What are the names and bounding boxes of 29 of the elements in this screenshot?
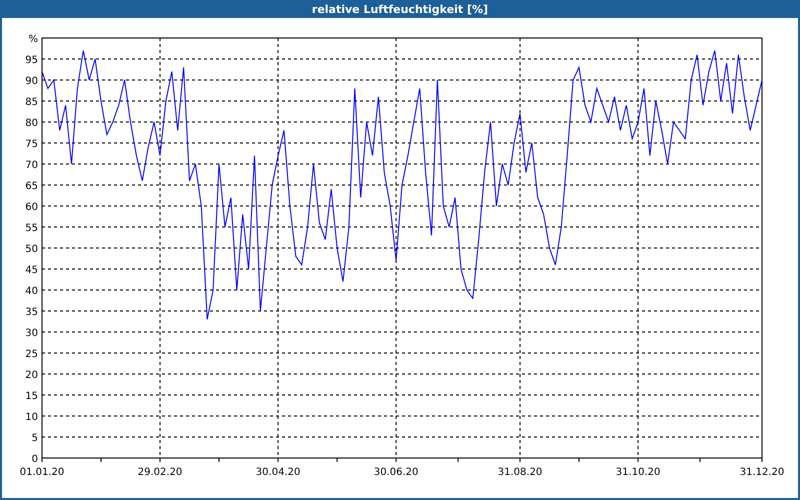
x-axis-label: 31.08.20 [498,467,542,478]
y-axis-label: 90 [25,76,38,87]
y-axis-label: 75 [25,139,38,150]
y-axis-label: % [28,34,38,45]
y-axis-label: 50 [25,244,38,255]
window-title: relative Luftfeuchtigkeit [%] [0,0,800,18]
y-axis-label: 80 [25,118,38,129]
y-axis-label: 30 [25,328,38,339]
y-axis-label: 85 [25,97,38,108]
x-axis-label: 31.12.20 [740,467,784,478]
y-axis-label: 60 [25,202,38,213]
y-axis-label: 10 [25,412,38,423]
y-axis-label: 15 [25,391,38,402]
y-axis-label: 5 [32,433,38,444]
x-axis-label: 31.10.20 [616,467,660,478]
y-axis-label: 65 [25,181,38,192]
x-axis-label: 30.04.20 [256,467,300,478]
y-axis-label: 40 [25,286,38,297]
y-axis-label: 25 [25,349,38,360]
x-axis-label: 30.06.20 [374,467,418,478]
x-axis-label: 01.01.20 [20,467,64,478]
y-axis-label: 0 [32,454,38,465]
y-axis-label: 20 [25,370,38,381]
y-axis-label: 70 [25,160,38,171]
y-axis-label: 95 [25,55,38,66]
x-axis-label: 29.02.20 [138,467,182,478]
y-axis-label: 35 [25,307,38,318]
y-axis-label: 55 [25,223,38,234]
y-axis-label: 45 [25,265,38,276]
